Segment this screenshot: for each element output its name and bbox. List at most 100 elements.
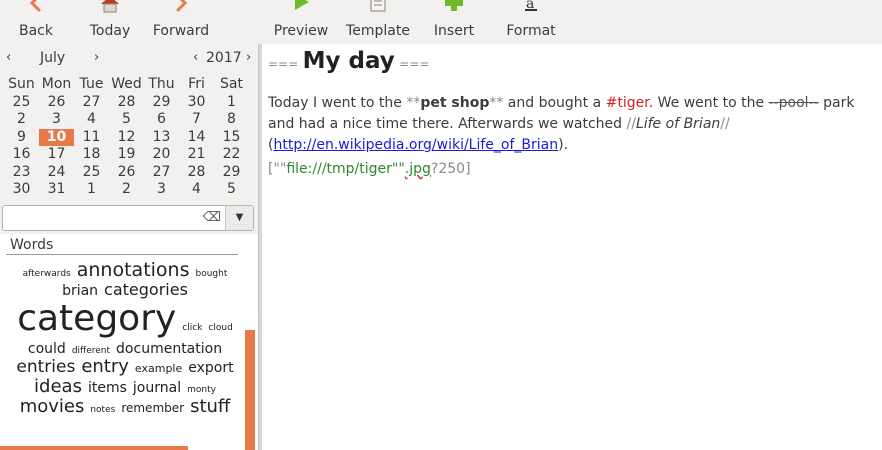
calendar-day[interactable]: 3 — [144, 181, 179, 199]
strikethrough-text: pool — [778, 95, 809, 111]
calendar-day[interactable]: 6 — [144, 111, 179, 129]
calendar-day[interactable]: 9 — [4, 129, 39, 147]
image-path[interactable]: file:///tmp/tiger — [286, 161, 392, 177]
calendar-day[interactable]: 28 — [179, 164, 214, 182]
calendar-day[interactable]: 16 — [4, 146, 39, 164]
horizontal-scrollbar[interactable] — [0, 446, 188, 450]
cloud-word[interactable]: notes — [90, 405, 115, 416]
calendar-day[interactable]: 25 — [74, 164, 109, 182]
calendar-day[interactable]: 28 — [109, 94, 144, 112]
cloud-word[interactable]: cloud — [208, 323, 232, 334]
calendar-day[interactable]: 2 — [109, 181, 144, 199]
sidebar: ‹ July › ‹ 2017 › Sun Mon Tue Wed Thu Fr… — [0, 44, 258, 450]
cloud-word[interactable]: items — [88, 380, 127, 396]
entry-paragraph: Today I went to the **pet shop** and bou… — [268, 93, 874, 156]
vertical-scrollbar[interactable] — [245, 330, 255, 450]
insert-button[interactable]: Insert — [428, 0, 480, 44]
calendar-day[interactable]: 27 — [144, 164, 179, 182]
calendar-day[interactable]: 17 — [39, 146, 74, 164]
next-month-button[interactable]: › — [94, 50, 99, 65]
format-button[interactable]: a Format — [500, 0, 562, 44]
calendar-day[interactable]: 23 — [4, 164, 39, 182]
cloud-word[interactable]: category — [17, 299, 176, 339]
forward-label: Forward — [152, 23, 210, 39]
cloud-word[interactable]: example — [135, 363, 182, 375]
calendar-day[interactable]: 12 — [109, 129, 144, 147]
cloud-word[interactable]: ideas — [34, 377, 82, 397]
editor[interactable]: === My day === Today I went to the **pet… — [262, 44, 882, 450]
calendar-day[interactable]: 13 — [144, 129, 179, 147]
calendar-day[interactable]: 3 — [39, 111, 74, 129]
back-button[interactable]: Back — [6, 0, 66, 44]
cloud-word[interactable]: documentation — [116, 341, 222, 357]
cloud-word[interactable]: export — [188, 360, 233, 376]
calendar-day[interactable]: 21 — [179, 146, 214, 164]
cloud-word[interactable]: monty — [187, 385, 216, 396]
heading-marker: === — [268, 57, 299, 71]
cloud-word[interactable]: categories — [104, 281, 188, 299]
calendar-day[interactable]: 14 — [179, 129, 214, 147]
italic-text: Life of Brian — [635, 116, 721, 132]
calendar-day[interactable]: 19 — [109, 146, 144, 164]
forward-arrow-icon — [176, 0, 188, 12]
cloud-word[interactable]: remember — [121, 401, 184, 415]
cloud-word[interactable]: journal — [133, 380, 181, 396]
calendar-day[interactable]: 8 — [214, 111, 249, 129]
weekday-label: Tue — [79, 76, 104, 93]
calendar-day[interactable]: 30 — [179, 94, 214, 112]
calendar-day[interactable]: 27 — [74, 94, 109, 112]
image-open-marker: ["" — [268, 161, 287, 177]
bold-text: pet shop — [420, 95, 490, 111]
calendar-day[interactable]: 1 — [74, 181, 109, 199]
search-dropdown-button[interactable]: ▼ — [225, 206, 253, 230]
today-button[interactable]: Today — [82, 0, 138, 44]
calendar-day[interactable]: 26 — [39, 94, 74, 112]
search-input[interactable] — [7, 209, 187, 227]
calendar-day[interactable]: 29 — [214, 164, 249, 182]
italic-marker: // — [720, 116, 730, 132]
calendar-day[interactable]: 5 — [109, 111, 144, 129]
calendar-day[interactable]: 30 — [4, 181, 39, 199]
calendar-day[interactable]: 22 — [214, 146, 249, 164]
calendar-day[interactable]: 24 — [39, 164, 74, 182]
template-button[interactable]: Template — [342, 0, 414, 44]
cloud-word[interactable]: click — [182, 323, 202, 334]
calendar-day[interactable]: 7 — [179, 111, 214, 129]
cloud-word[interactable]: could — [28, 341, 66, 357]
wikipedia-link[interactable]: http://en.wikipedia.org/wiki/Life_of_Bri… — [273, 137, 558, 153]
prev-month-button[interactable]: ‹ — [6, 50, 11, 65]
calendar-day[interactable]: 4 — [74, 111, 109, 129]
tag-link[interactable]: #tiger — [606, 95, 649, 111]
search-field[interactable]: ⌫ ▼ — [2, 205, 254, 231]
calendar-day[interactable]: 18 — [74, 146, 109, 164]
calendar-day[interactable]: 1 — [214, 94, 249, 112]
calendar-day[interactable]: 25 — [4, 94, 39, 112]
calendar-day[interactable]: 20 — [144, 146, 179, 164]
calendar-day[interactable]: 2 — [4, 111, 39, 129]
text-run: ). — [558, 137, 569, 153]
forward-button[interactable]: Forward — [148, 0, 214, 44]
cloud-word[interactable]: entry — [81, 357, 129, 377]
next-year-button[interactable]: › — [246, 50, 251, 65]
word-cloud: afterwards annotations bought brian categori… — [6, 260, 244, 417]
calendar-day[interactable]: 29 — [144, 94, 179, 112]
prev-year-button[interactable]: ‹ — [193, 50, 198, 65]
cloud-word[interactable]: brian — [62, 283, 98, 299]
calendar-day[interactable]: 4 — [179, 181, 214, 199]
cloud-word[interactable]: movies — [20, 397, 85, 417]
calendar-day[interactable]: 5 — [214, 181, 249, 199]
cloud-word[interactable]: bought — [196, 269, 228, 280]
word-cloud-divider — [6, 254, 238, 255]
clear-search-icon[interactable]: ⌫ — [203, 210, 221, 225]
calendar-day[interactable]: 11 — [74, 129, 109, 147]
preview-label: Preview — [273, 23, 329, 39]
calendar-day[interactable]: 31 — [39, 181, 74, 199]
cloud-word[interactable]: entries — [16, 358, 75, 377]
cloud-word[interactable]: annotations — [77, 260, 190, 281]
preview-button[interactable]: Preview — [270, 0, 332, 44]
cloud-word[interactable]: afterwards — [23, 269, 71, 280]
cloud-word[interactable]: stuff — [190, 397, 230, 417]
calendar-day[interactable]: 26 — [109, 164, 144, 182]
calendar-day[interactable]: 15 — [214, 129, 249, 147]
calendar-day[interactable]: 10 — [39, 128, 74, 146]
